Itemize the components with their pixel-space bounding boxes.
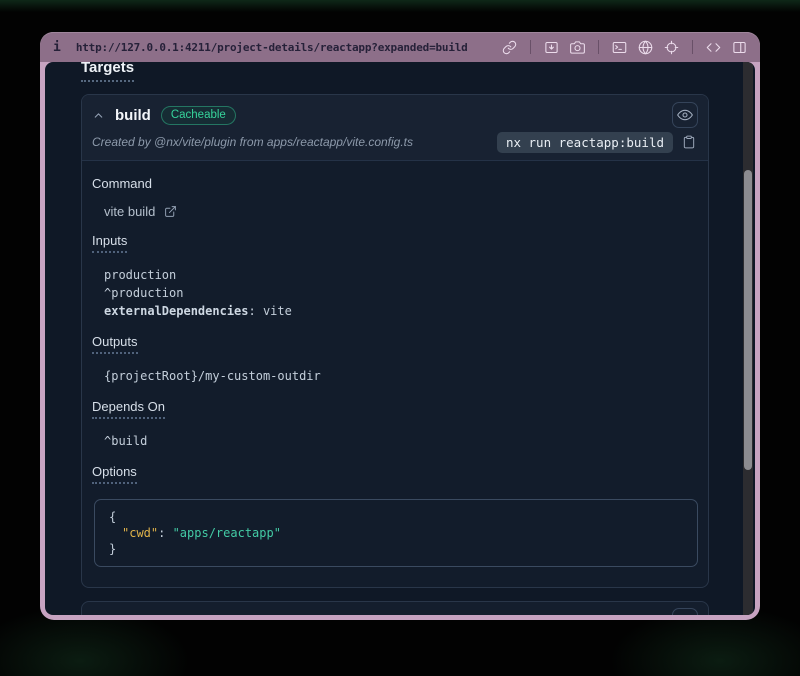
project-details-page: Targets build Cacheable xyxy=(45,62,755,615)
code-brackets-icon[interactable] xyxy=(706,40,721,55)
section-label-depends-on: Depends On xyxy=(92,399,698,419)
target-command-preview: vite serve xyxy=(163,614,214,615)
url-bar[interactable]: http://127.0.0.1:4211/project-details/re… xyxy=(76,41,468,54)
code-line: { xyxy=(109,509,683,525)
command-value: vite build xyxy=(104,204,698,219)
options-section: Options { "cwd": "apps/reactapp" } xyxy=(92,464,698,567)
depends-on-item: ^build xyxy=(104,432,698,450)
download-icon[interactable] xyxy=(544,40,559,55)
toolbar-separator xyxy=(692,40,693,54)
eye-icon xyxy=(677,613,693,615)
toolbar-icon-group xyxy=(502,40,747,55)
camera-icon[interactable] xyxy=(570,40,585,55)
globe-icon[interactable] xyxy=(638,40,653,55)
background-glow-top xyxy=(0,0,800,12)
section-label-outputs: Outputs xyxy=(92,334,698,354)
scrollbar-thumb[interactable] xyxy=(744,170,752,470)
toolbar-separator xyxy=(530,40,531,54)
outputs-section: Outputs {projectRoot}/my-custom-outdir xyxy=(92,334,698,385)
view-in-graph-button[interactable] xyxy=(672,102,698,128)
terminal-icon[interactable] xyxy=(612,40,627,55)
section-label-command: Command xyxy=(92,176,698,191)
input-item: ^production xyxy=(104,284,698,302)
inputs-list: production ^production externalDependenc… xyxy=(104,266,698,320)
crosshair-icon[interactable] xyxy=(664,40,679,55)
page-viewport: Targets build Cacheable xyxy=(45,62,755,615)
chevron-up-icon[interactable] xyxy=(92,109,105,122)
input-item: production xyxy=(104,266,698,284)
copy-icon[interactable] xyxy=(682,135,696,149)
external-link-icon[interactable] xyxy=(164,205,177,218)
build-card-body: Command vite build Inputs xyxy=(82,161,708,587)
split-panel-icon[interactable] xyxy=(732,40,747,55)
run-command-chip: nx run reactapp:build xyxy=(497,132,673,153)
info-icon[interactable]: i xyxy=(53,40,61,55)
target-name: serve xyxy=(115,613,152,615)
depends-on-section: Depends On ^build xyxy=(92,399,698,450)
target-card-build: build Cacheable Created by @nx/vite/plug… xyxy=(81,94,709,588)
section-label-inputs: Inputs xyxy=(92,233,698,253)
inputs-section: Inputs production ^production externalDe… xyxy=(92,233,698,320)
build-card-header: build Cacheable Created by @nx/vite/plug… xyxy=(82,95,708,161)
output-item: {projectRoot}/my-custom-outdir xyxy=(104,367,698,385)
depends-on-list: ^build xyxy=(104,432,698,450)
code-line: "cwd": "apps/reactapp" xyxy=(109,525,683,541)
screenshot-root: { "browser": { "info_icon": "i", "url": … xyxy=(0,0,800,676)
code-line: } xyxy=(109,541,683,557)
section-label-options: Options xyxy=(92,464,698,484)
created-by-note: Created by @nx/vite/plugin from apps/rea… xyxy=(92,135,413,149)
build-header-toggle[interactable]: build Cacheable xyxy=(92,102,698,128)
outputs-list: {projectRoot}/my-custom-outdir xyxy=(104,367,698,385)
eye-icon xyxy=(677,107,693,123)
toolbar-separator xyxy=(598,40,599,54)
build-header-subrow: Created by @nx/vite/plugin from apps/rea… xyxy=(92,132,698,152)
browser-window: i http://127.0.0.1:4211/project-details/… xyxy=(40,32,760,620)
command-section: Command vite build xyxy=(92,176,698,219)
page-title: Targets xyxy=(81,62,709,82)
input-item-named: externalDependencies: vite xyxy=(104,302,698,320)
scrollbar-track[interactable] xyxy=(743,62,753,615)
target-card-serve[interactable]: serve vite serve xyxy=(81,601,709,615)
options-code-block: { "cwd": "apps/reactapp" } xyxy=(94,499,698,567)
link-icon[interactable] xyxy=(502,40,517,55)
cacheable-badge: Cacheable xyxy=(161,106,236,125)
chevron-down-icon[interactable] xyxy=(92,615,105,616)
target-name: build xyxy=(115,107,151,124)
view-in-graph-button[interactable] xyxy=(672,608,698,615)
browser-toolbar: i http://127.0.0.1:4211/project-details/… xyxy=(40,32,760,62)
